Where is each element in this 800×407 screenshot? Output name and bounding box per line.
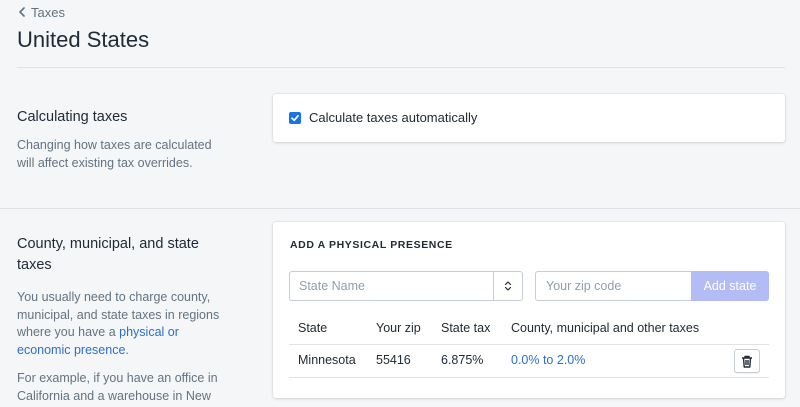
delete-row-button[interactable] — [734, 349, 760, 373]
divider — [17, 67, 785, 68]
auto-calc-checkbox[interactable] — [289, 111, 301, 124]
county-desc-line-1: You usually need to charge county, — [17, 290, 211, 304]
county-title-line-2: taxes — [17, 257, 52, 273]
cell-zip: 55416 — [376, 353, 411, 367]
column-header-state-tax: State tax — [441, 321, 491, 335]
select-arrows-icon[interactable] — [493, 272, 522, 300]
calculating-taxes-description: Changing how taxes are calculated will a… — [17, 137, 217, 172]
column-header-state: State — [298, 321, 328, 335]
cell-state: Minnesota — [298, 353, 356, 367]
county-desc-line-2: municipal, and state taxes in regions — [17, 307, 220, 322]
physical-presence-card: ADD A PHYSICAL PRESENCE State Name Your … — [273, 222, 785, 398]
state-select[interactable]: State Name — [289, 271, 523, 301]
table-divider — [289, 377, 769, 378]
physical-presence-link[interactable]: physical or — [119, 325, 179, 339]
trash-icon — [742, 355, 752, 368]
calc-desc-line-2: will affect existing tax overrides. — [17, 155, 193, 170]
cell-other-taxes-link[interactable]: 0.0% to 2.0% — [511, 353, 585, 367]
auto-calc-label: Calculate taxes automatically — [309, 110, 478, 125]
auto-calc-checkbox-row[interactable]: Calculate taxes automatically — [289, 110, 477, 125]
zip-code-input[interactable]: Your zip code — [535, 271, 691, 301]
card-heading: ADD A PHYSICAL PRESENCE — [290, 239, 453, 251]
divider — [0, 208, 800, 209]
state-select-placeholder: State Name — [299, 279, 366, 293]
page-title: United States — [17, 27, 150, 52]
example-line-2: California and a warehouse in New — [17, 388, 211, 403]
chevron-left-icon — [17, 5, 27, 20]
county-taxes-description: You usually need to charge county, munic… — [17, 289, 232, 359]
county-desc-line-4: economic presence. — [17, 342, 129, 357]
column-header-zip: Your zip — [376, 321, 421, 335]
example-line-1: For example, if you have an office in — [17, 371, 218, 385]
column-header-other-taxes: County, municipal and other taxes — [511, 321, 700, 335]
checkmark-icon — [291, 114, 299, 121]
calculate-taxes-card: Calculate taxes automatically — [273, 94, 785, 142]
table-divider — [289, 344, 769, 345]
county-example-text: For example, if you have an office in Ca… — [17, 370, 232, 405]
zip-code-placeholder: Your zip code — [546, 279, 622, 293]
county-desc-line-3: where you have a physical or — [17, 325, 179, 339]
calc-desc-line-1: Changing how taxes are calculated — [17, 138, 212, 152]
calculating-taxes-title: Calculating taxes — [17, 109, 128, 125]
breadcrumb[interactable]: Taxes — [17, 5, 65, 20]
breadcrumb-label[interactable]: Taxes — [31, 5, 65, 20]
county-taxes-title: County, municipal, and state taxes — [17, 234, 199, 276]
cell-state-tax: 6.875% — [441, 353, 484, 367]
add-state-button[interactable]: Add state — [691, 271, 769, 301]
economic-presence-link[interactable]: economic presence — [17, 343, 125, 357]
county-title-line-1: County, municipal, and state — [17, 236, 199, 252]
